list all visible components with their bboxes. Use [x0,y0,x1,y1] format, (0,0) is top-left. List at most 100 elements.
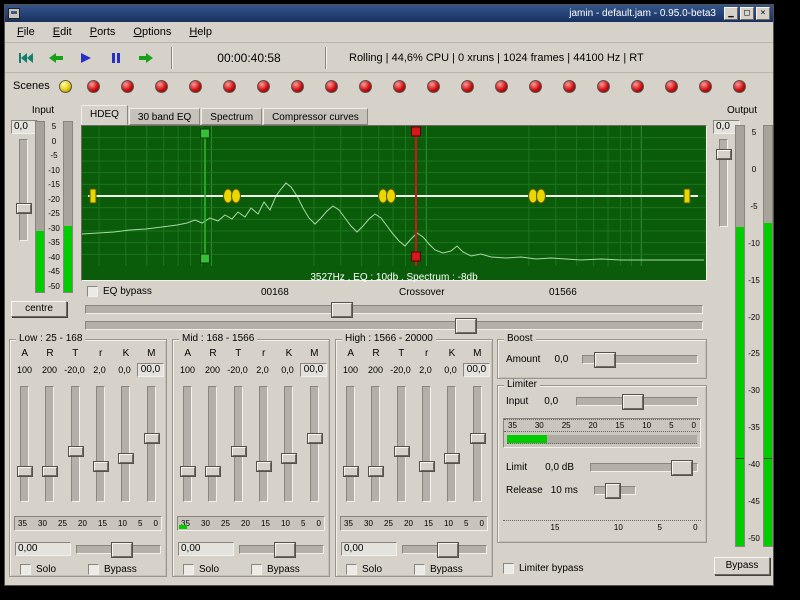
attack-slider[interactable] [346,386,355,502]
slider-handle[interactable] [595,353,615,367]
eq-marker-red-bottom-handle[interactable] [412,252,421,261]
scene-led[interactable] [359,80,372,93]
scene-led[interactable] [121,80,134,93]
slider-handle[interactable] [308,434,322,443]
minimize-button[interactable]: ▁ [724,7,738,20]
slider-handle[interactable] [43,467,57,476]
crossover-low-handle[interactable] [332,303,352,317]
makeup-slider[interactable] [310,386,319,502]
scene-led[interactable] [495,80,508,93]
limiter-input-slider[interactable] [576,397,698,406]
pause-button[interactable] [101,46,131,70]
tab-30-band-eq[interactable]: 30 band EQ [129,108,200,125]
scene-led[interactable] [733,80,746,93]
scene-led[interactable] [461,80,474,93]
makeup-entry[interactable]: 00,0 [300,363,327,377]
makeup-slider[interactable] [473,386,482,502]
limiter-limit-slider[interactable] [590,463,698,472]
scene-led[interactable] [189,80,202,93]
hdeq-graph[interactable]: 3527Hz , EQ : 10db , Spectrum : -8db [81,125,707,281]
scene-led[interactable] [699,80,712,93]
slider-handle[interactable] [344,467,358,476]
threshold-slider[interactable] [71,386,80,502]
eq-bypass-checkbox[interactable]: EQ bypass [87,286,152,297]
attack-slider[interactable] [183,386,192,502]
scene-led[interactable] [665,80,678,93]
titlebar[interactable]: jamin - default.jam - 0.95.0-beta3 ▁ □ × [5,5,773,22]
limiter-bypass-checkbox[interactable]: Limiter bypass [503,563,583,574]
crossover-low-slider[interactable] [85,305,703,314]
slider-handle[interactable] [438,543,458,557]
slider-handle[interactable] [672,461,692,475]
play-button[interactable] [71,46,101,70]
slider-handle[interactable] [395,447,409,456]
crossover-handle-mid[interactable] [387,189,396,203]
bypass-checkbox[interactable]: Bypass [414,564,463,575]
menu-help[interactable]: Help [181,24,220,40]
makeup-entry[interactable]: 00,0 [137,363,164,377]
slider-handle[interactable] [420,462,434,471]
makeup-slider[interactable] [147,386,156,502]
slider-handle[interactable] [18,467,32,476]
band-gain-slider[interactable] [76,545,161,554]
attack-slider[interactable] [20,386,29,502]
output-fader[interactable] [719,139,728,227]
scene-led[interactable] [257,80,270,93]
crossover-handle-high[interactable] [537,189,546,203]
crossover-handle-right-edge[interactable] [684,189,690,203]
scene-led[interactable] [155,80,168,93]
slider-handle[interactable] [623,395,643,409]
slider-handle[interactable] [445,454,459,463]
scene-led[interactable] [291,80,304,93]
solo-checkbox[interactable]: Solo [183,564,219,575]
slider-handle[interactable] [257,462,271,471]
crossover-high-handle[interactable] [456,319,476,333]
slider-handle[interactable] [275,543,295,557]
menu-file[interactable]: File [9,24,43,40]
knee-slider[interactable] [284,386,293,502]
eq-marker-green-bottom-handle[interactable] [201,254,210,263]
slider-handle[interactable] [232,447,246,456]
slider-handle[interactable] [606,484,620,498]
close-button[interactable]: × [756,7,770,20]
slider-handle[interactable] [282,454,296,463]
scene-led[interactable] [597,80,610,93]
output-fader-handle[interactable] [717,150,731,159]
menu-options[interactable]: Options [125,24,179,40]
slider-handle[interactable] [94,462,108,471]
release-slider[interactable] [371,386,380,502]
tab-compressor-curves[interactable]: Compressor curves [263,108,368,125]
maximize-button[interactable]: □ [740,7,754,20]
bypass-checkbox[interactable]: Bypass [251,564,300,575]
eq-marker-green-top-handle[interactable] [201,129,210,138]
scene-led[interactable] [563,80,576,93]
threshold-slider[interactable] [234,386,243,502]
slider-handle[interactable] [206,467,220,476]
boost-amount-slider[interactable] [582,355,698,364]
scene-led[interactable] [631,80,644,93]
step-back-button[interactable] [41,46,71,70]
slider-handle[interactable] [181,467,195,476]
band-gain-slider[interactable] [239,545,324,554]
ratio-slider[interactable] [96,386,105,502]
scene-led[interactable] [529,80,542,93]
input-fader[interactable] [19,139,28,241]
scene-led[interactable] [325,80,338,93]
crossover-handle-left-edge[interactable] [90,189,96,203]
output-bypass-button[interactable]: Bypass [714,557,770,575]
scene-led[interactable] [393,80,406,93]
skip-start-button[interactable] [11,46,41,70]
ratio-slider[interactable] [259,386,268,502]
input-fader-handle[interactable] [17,204,31,213]
release-slider[interactable] [45,386,54,502]
step-forward-button[interactable] [131,46,161,70]
menu-edit[interactable]: Edit [45,24,80,40]
slider-handle[interactable] [119,454,133,463]
crossover-high-slider[interactable] [85,321,703,330]
release-slider[interactable] [208,386,217,502]
scene-led[interactable] [427,80,440,93]
ratio-slider[interactable] [422,386,431,502]
centre-button[interactable]: centre [11,301,67,317]
slider-handle[interactable] [145,434,159,443]
menu-ports[interactable]: Ports [82,24,124,40]
